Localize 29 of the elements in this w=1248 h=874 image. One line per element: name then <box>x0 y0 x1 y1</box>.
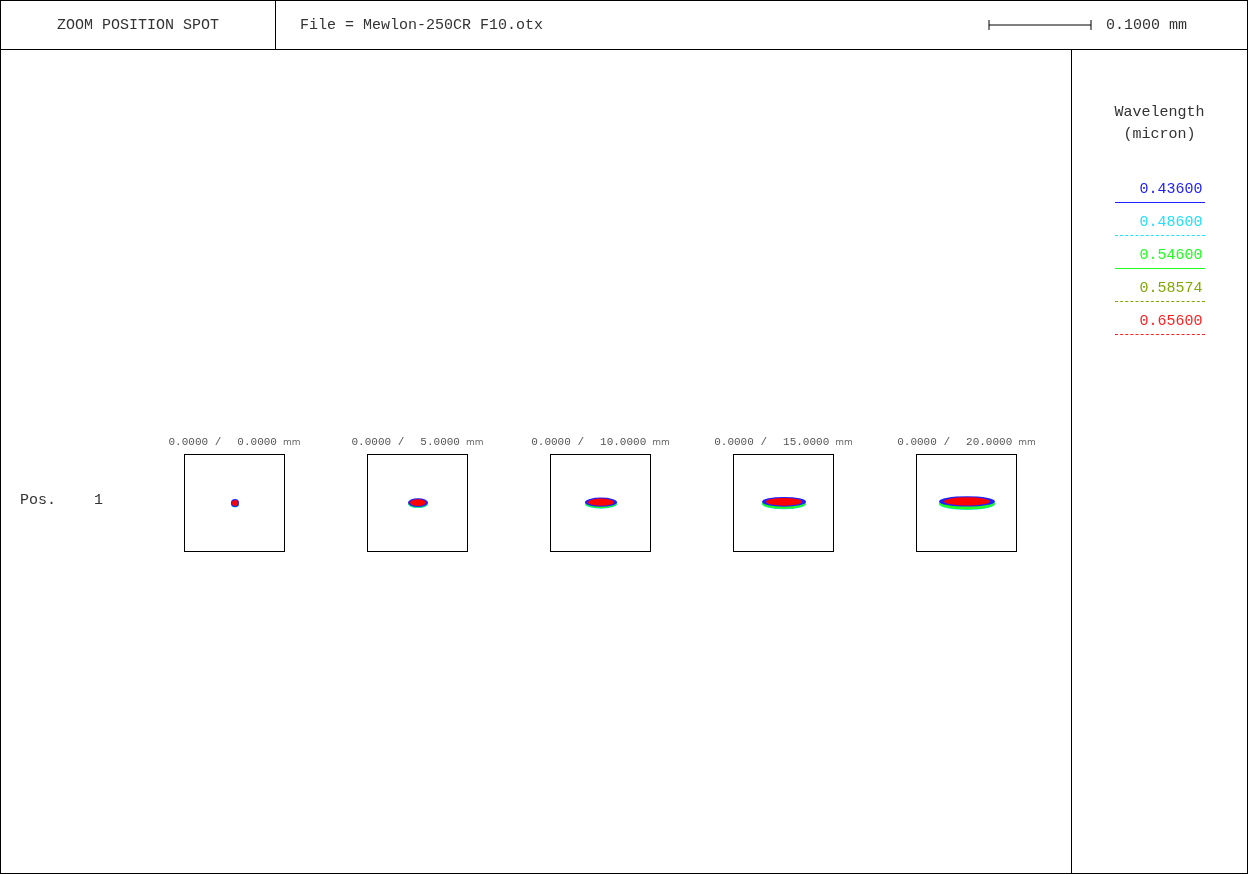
field-y-label: 20.0000 <box>966 436 1013 448</box>
wavelength-entry: 0.58574 <box>1114 277 1205 302</box>
unit-label: mm <box>652 437 670 447</box>
unit-label: mm <box>1018 437 1036 447</box>
field-x-label: 0.0000 / <box>897 436 951 448</box>
field-x-label: 0.0000 / <box>531 436 585 448</box>
position-label: Pos. <box>20 492 56 509</box>
wavelength-entry: 0.43600 <box>1114 178 1205 203</box>
unit-label: mm <box>465 437 484 447</box>
spot-diagram-drawing <box>228 498 241 508</box>
legend-subtitle: (micron) <box>1123 125 1196 145</box>
wavelength-entry: 0.54600 <box>1114 244 1205 269</box>
wavelength-entry: 0.48600 <box>1114 211 1205 236</box>
field-x-label: 0.0000 / <box>714 436 768 448</box>
field-y-label: 10.0000 <box>600 436 647 448</box>
field-y-label: 15.0000 <box>783 436 830 448</box>
file-name: File = Mewlon-250CR F10.otx <box>299 16 545 34</box>
unit-label: mm <box>282 437 301 447</box>
plot-title: ZOOM POSITION SPOT <box>1 1 276 49</box>
scale-bar-icon <box>988 19 1092 31</box>
field-y-label: 5.0000 <box>420 436 460 448</box>
position-number: 1 <box>94 492 104 509</box>
scale-label: 0.1000 mm <box>1106 16 1187 34</box>
field-x-label: 0.0000 / <box>168 436 222 448</box>
unit-label: mm <box>835 437 853 447</box>
field-y-label: 0.0000 <box>237 436 277 448</box>
field-x-label: 0.0000 / <box>351 436 405 448</box>
legend-title: Wavelength <box>1114 103 1205 123</box>
wavelength-entry: 0.65600 <box>1114 310 1205 335</box>
